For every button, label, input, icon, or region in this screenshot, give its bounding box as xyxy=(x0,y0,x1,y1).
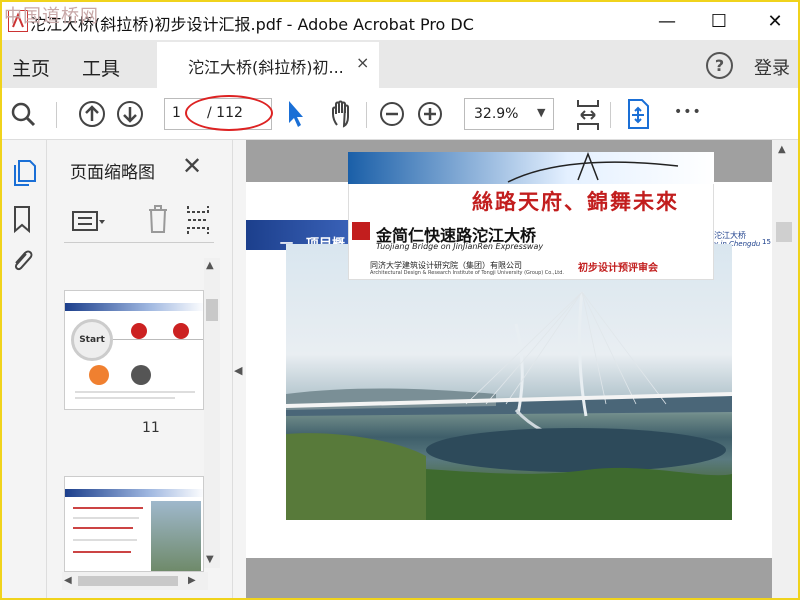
bridge-rendering-image xyxy=(286,244,732,520)
thumbnail-text-line xyxy=(73,551,131,553)
thumbnail-text-line xyxy=(73,527,133,529)
scroll-up-arrow-icon[interactable]: ▲ xyxy=(778,144,786,155)
page-thumbnails-icon[interactable] xyxy=(10,158,38,188)
page-extract-icon[interactable] xyxy=(184,202,212,238)
toolbar-divider xyxy=(366,102,367,128)
thumbnail-scroll-thumb[interactable] xyxy=(206,299,218,321)
thumbnail-node xyxy=(89,365,109,385)
thumbnail-text-line xyxy=(73,507,143,509)
bookmark-icon[interactable] xyxy=(10,204,34,234)
toolbar-divider xyxy=(610,102,611,128)
attachment-icon[interactable] xyxy=(8,246,36,276)
thumbnail-header-band xyxy=(65,489,203,497)
tab-home[interactable]: 主页 xyxy=(12,54,50,81)
document-scrollbar[interactable] xyxy=(772,140,798,598)
scroll-left-arrow-icon[interactable]: ◀ xyxy=(64,575,72,586)
thumbnail-connector xyxy=(113,339,203,340)
thumbnail-text-line xyxy=(73,517,139,519)
red-annotation-ellipse xyxy=(185,95,273,131)
thumbnail-node xyxy=(173,323,189,339)
zoom-value: 32.9% xyxy=(474,106,519,122)
scroll-down-arrow-icon[interactable]: ▼ xyxy=(206,554,214,565)
thumbnail-horizontal-scroll-thumb[interactable] xyxy=(78,576,178,586)
bridge-subtitle-english: Tuojiang Bridge on JinJianRen Expressway xyxy=(376,242,544,251)
fit-page-icon[interactable] xyxy=(574,98,602,130)
institute-name-english: Architectural Design & Research Institut… xyxy=(370,270,564,276)
previous-page-icon[interactable] xyxy=(78,98,108,130)
thumbnail-text-line xyxy=(75,397,175,399)
toolbar-divider xyxy=(56,102,57,128)
thumbnail-text-line xyxy=(75,391,195,393)
delete-page-icon[interactable] xyxy=(144,202,172,238)
hand-tool-icon[interactable] xyxy=(328,98,358,130)
thumbnail-page-11[interactable]: Start xyxy=(64,290,204,410)
scroll-right-arrow-icon[interactable]: ▶ xyxy=(188,575,196,586)
thumbnail-start-node: Start xyxy=(71,319,113,361)
thumbnail-node xyxy=(131,365,151,385)
minimize-button[interactable]: — xyxy=(644,8,690,36)
thumbnail-page-number: 11 xyxy=(142,420,160,436)
banner-decorative-bridge xyxy=(348,151,714,184)
maximize-button[interactable]: ☐ xyxy=(696,8,742,36)
tongji-logo-icon xyxy=(352,222,370,240)
next-page-icon[interactable] xyxy=(116,98,146,130)
thumbnail-photo xyxy=(151,501,201,571)
close-pane-icon[interactable]: ✕ xyxy=(182,152,202,180)
thumbnail-header-band xyxy=(65,303,203,311)
slide-page-number: 15 xyxy=(762,238,771,246)
search-icon[interactable] xyxy=(10,98,38,130)
login-button[interactable]: 登录 xyxy=(754,54,790,80)
review-meeting-label: 初步设计预评审会 xyxy=(578,263,658,274)
document-scroll-thumb[interactable] xyxy=(776,222,792,242)
zoom-out-icon[interactable] xyxy=(378,98,406,130)
select-cursor-icon[interactable] xyxy=(284,98,306,130)
tab-tools[interactable]: 工具 xyxy=(82,54,120,81)
thumbnail-text-line xyxy=(73,539,137,541)
zoom-in-icon[interactable] xyxy=(416,98,444,130)
close-window-button[interactable]: ✕ xyxy=(752,8,798,36)
banner-slogan: 絲路天府、錦舞未來 xyxy=(472,189,679,214)
more-tools-icon[interactable]: ••• xyxy=(674,104,702,120)
thumbnail-options-icon[interactable] xyxy=(68,200,108,240)
scroll-mode-icon[interactable] xyxy=(624,98,652,130)
collapse-pane-icon[interactable]: ◀ xyxy=(234,364,242,377)
thumbnail-page-12[interactable] xyxy=(64,476,204,572)
document-tab-label: 沱江大桥(斜拉桥)初... xyxy=(188,58,344,77)
tab-bar xyxy=(2,40,798,88)
site-watermark: 中国道桥网 xyxy=(4,6,99,27)
thumbnail-node xyxy=(131,323,147,339)
chevron-down-icon[interactable]: ▼ xyxy=(537,106,545,119)
help-icon[interactable]: ? xyxy=(706,52,733,79)
pane-divider xyxy=(64,242,214,243)
scroll-up-arrow-icon[interactable]: ▲ xyxy=(206,260,214,271)
thumbnail-pane-title: 页面缩略图 xyxy=(70,163,155,183)
document-tab-close-icon[interactable]: × xyxy=(356,53,369,72)
